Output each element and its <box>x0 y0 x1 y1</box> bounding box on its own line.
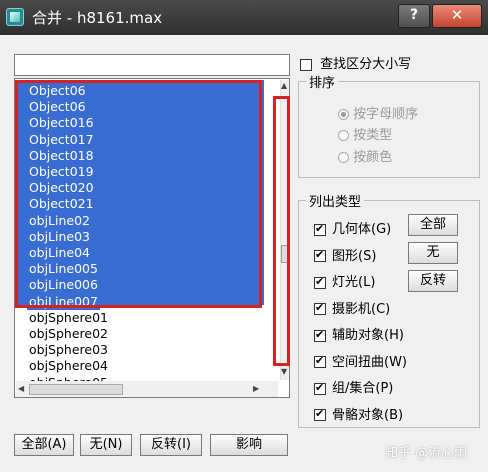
select-none-button[interactable]: 无(N) <box>80 434 132 456</box>
list-type-label: 空间扭曲(W) <box>332 354 407 370</box>
checkbox-icon[interactable] <box>314 248 326 262</box>
list-type-label: 摄影机(C) <box>332 301 391 317</box>
list-item[interactable]: objSphere01 <box>27 310 110 326</box>
list-type-option[interactable]: 灯光(L) <box>314 271 375 290</box>
help-button[interactable]: ? <box>398 4 430 28</box>
checkbox-icon[interactable] <box>314 222 326 236</box>
list-type-label: 辅助对象(H) <box>332 328 404 343</box>
list-item[interactable]: objSphere04 <box>27 358 110 374</box>
scroll-left-icon[interactable]: ◀ <box>18 384 24 393</box>
checkbox-icon[interactable] <box>314 328 326 342</box>
list-type-label: 骨骼对象(B) <box>332 407 404 423</box>
highlight-box-scrollbar <box>273 96 290 366</box>
radio-icon[interactable] <box>338 152 349 163</box>
radio-icon[interactable] <box>338 130 349 141</box>
list-item[interactable]: objSphere03 <box>27 342 110 358</box>
list-type-label: 组/集合(P) <box>332 381 394 396</box>
checkbox-icon[interactable] <box>314 381 326 395</box>
list-item[interactable]: objSphere02 <box>27 326 110 342</box>
list-type-label: 几何体(G) <box>332 222 392 237</box>
radio-icon[interactable] <box>338 109 349 120</box>
list-type-option[interactable]: 摄影机(C) <box>314 298 390 317</box>
checkbox-icon[interactable] <box>314 407 326 421</box>
case-sensitive-label: 查找区分大小写 <box>320 57 412 72</box>
sort-group-title: 排序 <box>306 72 339 91</box>
watermark: 知乎 @流心雨 <box>385 446 468 461</box>
influence-button[interactable]: 影响 <box>210 434 288 456</box>
invert-selection-button[interactable]: 反转(I) <box>140 434 202 456</box>
list-type-label: 图形(S) <box>332 248 377 264</box>
scroll-up-icon[interactable]: ▲ <box>281 81 287 90</box>
list-type-option[interactable]: 几何体(G) <box>314 218 391 237</box>
search-input[interactable] <box>14 54 290 76</box>
list-type-option[interactable]: 骨骼对象(B) <box>314 404 403 423</box>
list-type-label: 灯光(L) <box>332 275 376 290</box>
types-all-button[interactable]: 全部 <box>408 214 458 236</box>
title-bar: 合并 - h8161.max ? ✕ <box>0 0 488 35</box>
checkbox-icon[interactable] <box>314 275 326 289</box>
list-type-option[interactable]: 图形(S) <box>314 245 376 264</box>
list-type-option[interactable]: 组/集合(P) <box>314 377 393 396</box>
types-invert-button[interactable]: 反转 <box>408 270 458 292</box>
checkbox-icon[interactable] <box>314 301 326 315</box>
app-icon <box>6 8 24 26</box>
sort-option-type[interactable]: 按类型 <box>338 124 392 143</box>
scroll-right-icon[interactable]: ▶ <box>253 384 259 393</box>
case-sensitive-option[interactable]: 查找区分大小写 <box>300 53 411 72</box>
scroll-down-icon[interactable]: ▼ <box>281 367 287 376</box>
close-button[interactable]: ✕ <box>432 4 482 28</box>
window-title: 合并 - h8161.max <box>32 9 163 27</box>
list-types-group-title: 列出类型 <box>306 191 365 210</box>
sort-option-alpha[interactable]: 按字母顺序 <box>338 103 418 122</box>
list-type-option[interactable]: 空间扭曲(W) <box>314 351 407 370</box>
select-all-button[interactable]: 全部(A) <box>14 434 74 456</box>
highlight-box-list <box>15 80 262 308</box>
types-none-button[interactable]: 无 <box>408 242 458 264</box>
checkbox-icon[interactable] <box>314 354 326 368</box>
list-type-option[interactable]: 辅助对象(H) <box>314 324 404 343</box>
case-sensitive-checkbox[interactable] <box>300 58 312 71</box>
horizontal-scroll-thumb[interactable] <box>29 384 123 395</box>
sort-option-color[interactable]: 按颜色 <box>338 146 392 165</box>
